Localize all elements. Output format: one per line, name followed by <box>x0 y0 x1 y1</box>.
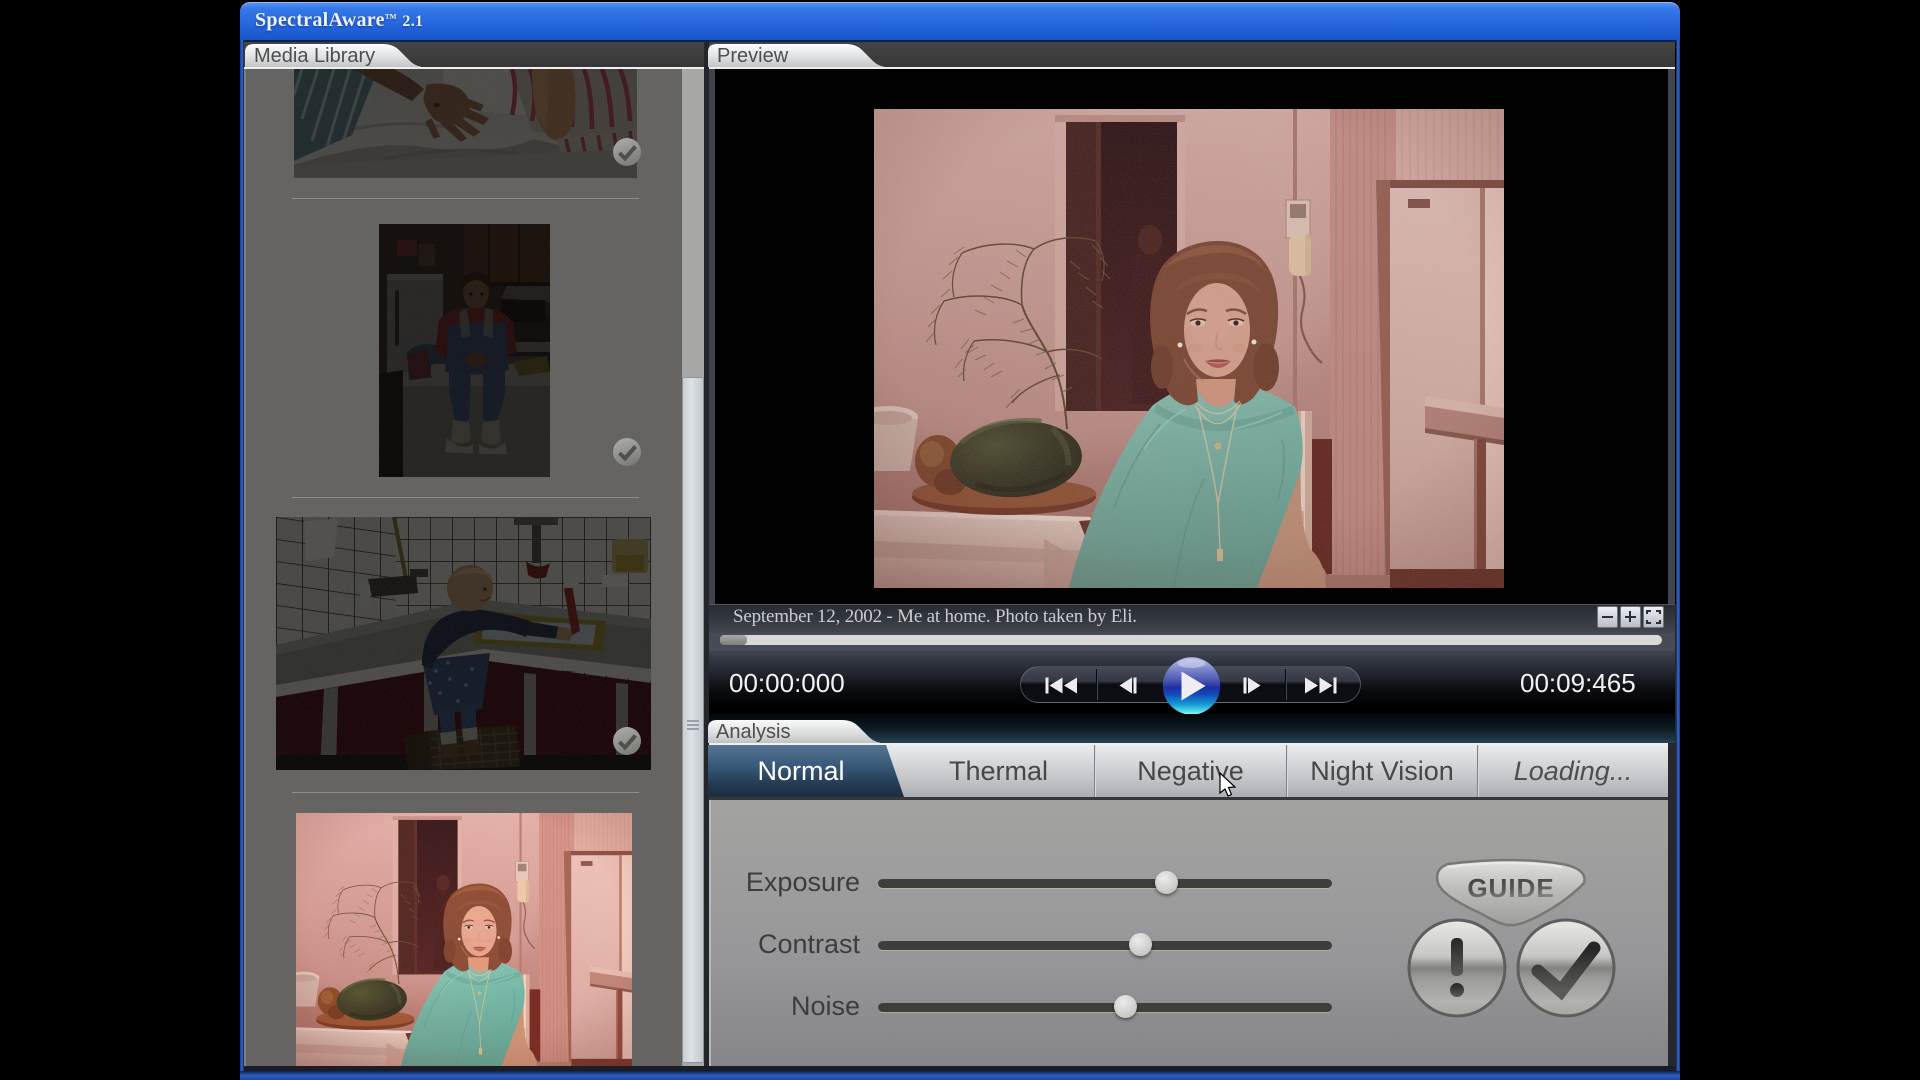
svg-text:Preview: Preview <box>717 45 789 67</box>
svg-text:Media Library: Media Library <box>254 45 375 67</box>
svg-text:GUIDE: GUIDE <box>1467 873 1554 903</box>
svg-text:Analysis: Analysis <box>716 721 790 743</box>
